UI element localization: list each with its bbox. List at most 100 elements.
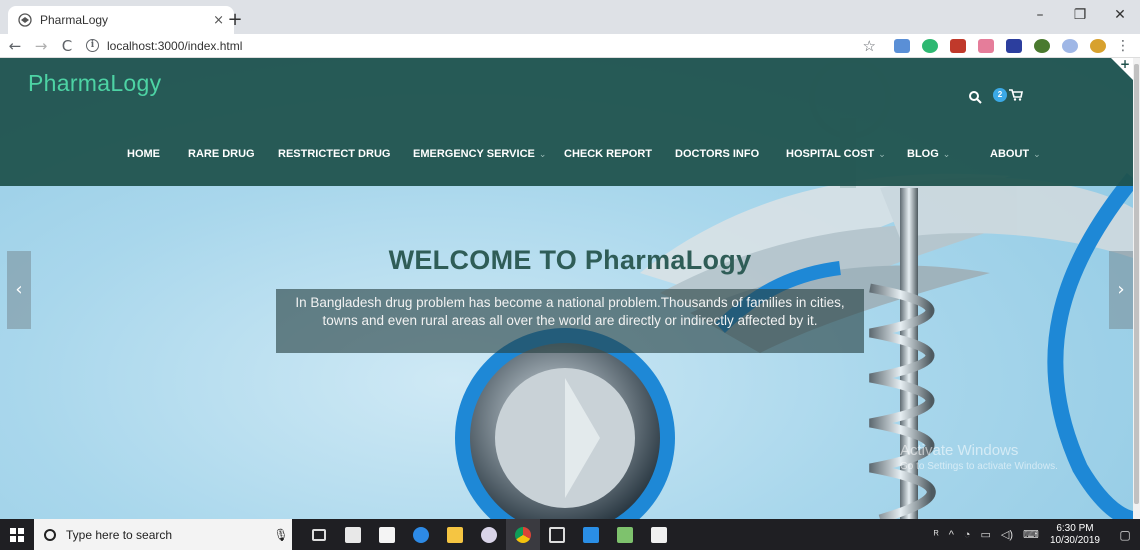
- url-text: localhost:3000/index.html: [107, 38, 243, 53]
- extension-icon[interactable]: [1006, 38, 1022, 53]
- task-view-button[interactable]: [302, 519, 336, 550]
- extension-icon[interactable]: [978, 38, 994, 53]
- menu-item-emergency-service[interactable]: EMERGENCY SERVICE ⌄: [413, 148, 546, 160]
- globe-icon: [18, 13, 32, 27]
- hero-title: WELCOME TO PharmaLogy: [388, 245, 752, 275]
- page-scrollbar[interactable]: [1133, 58, 1140, 519]
- mail-app[interactable]: [336, 519, 370, 550]
- extension-icon[interactable]: [950, 38, 966, 53]
- windows-taskbar: Type here to search 🎙 ᴿ ^ ◔ ▭ ◁) ⌨ 6:30 …: [0, 519, 1140, 550]
- folder-icon: [447, 526, 463, 543]
- profile-avatar[interactable]: [1090, 38, 1106, 53]
- menu-label: CHECK REPORT: [564, 148, 653, 160]
- browser-toolbar: ← → C i localhost:3000/index.html ☆ ⋮: [0, 34, 1140, 58]
- notepad-icon: [617, 526, 633, 543]
- extension-icon[interactable]: [894, 38, 910, 53]
- address-bar[interactable]: i localhost:3000/index.html: [86, 35, 863, 57]
- menu-label: RESTRICTECT DRUG: [278, 148, 391, 160]
- browser-tab[interactable]: PharmaLogy ×: [8, 6, 234, 34]
- site-logo[interactable]: PharmaLogy: [28, 70, 161, 97]
- browser-tab-strip: PharmaLogy × + – ❐ ✕: [0, 0, 1140, 34]
- menu-item-restricted-drug[interactable]: RESTRICTECT DRUG: [278, 148, 390, 160]
- menu-label: RARE DRUG: [188, 148, 255, 160]
- info-icon[interactable]: i: [86, 39, 99, 52]
- chevron-down-icon: ⌄: [878, 149, 886, 159]
- edge-app[interactable]: [404, 519, 438, 550]
- menu-item-home[interactable]: HOME: [127, 148, 160, 160]
- volume-icon[interactable]: ◁): [1001, 528, 1013, 541]
- chevron-down-icon: ⌄: [1033, 149, 1041, 159]
- terminal-app[interactable]: [540, 519, 574, 550]
- hero-caption: In Bangladesh drug problem has become a …: [276, 289, 864, 353]
- extensions-area: ⋮: [888, 38, 1134, 54]
- people-icon[interactable]: ᴿ: [934, 529, 939, 541]
- menu-label: BLOG: [907, 148, 939, 160]
- cortana-icon: [44, 528, 56, 541]
- extension-icon[interactable]: [1034, 38, 1050, 53]
- menu-label: HOSPITAL COST: [786, 148, 875, 160]
- scrollbar-thumb[interactable]: [1134, 64, 1139, 504]
- vscode-icon: [583, 526, 599, 543]
- menu-item-about[interactable]: ABOUT ⌄: [990, 148, 1041, 160]
- menu-item-hospital-cost[interactable]: HOSPITAL COST ⌄: [786, 148, 886, 160]
- page-viewport: WELCOME TO PharmaLogy In Bangladesh drug…: [0, 58, 1133, 519]
- minimize-button[interactable]: –: [1020, 0, 1060, 30]
- system-tray: ᴿ ^ ◔ ▭ ◁) ⌨ 6:30 PM 10/30/2019 ▢: [929, 519, 1140, 550]
- paint-app[interactable]: [472, 519, 506, 550]
- back-button[interactable]: ←: [4, 37, 26, 55]
- maximize-button[interactable]: ❐: [1060, 0, 1100, 30]
- chevron-up-icon[interactable]: ^: [949, 529, 954, 541]
- wifi-icon[interactable]: ◔: [964, 529, 971, 541]
- start-button[interactable]: [0, 519, 34, 550]
- watermark-subtitle: Go to Settings to activate Windows.: [900, 461, 1058, 472]
- activate-windows-watermark: Activate Windows Go to Settings to activ…: [900, 442, 1058, 472]
- taskbar-clock[interactable]: 6:30 PM 10/30/2019: [1050, 523, 1100, 547]
- taskbar-apps: [302, 519, 676, 550]
- keyboard-icon[interactable]: ⌨: [1023, 528, 1039, 541]
- store-app[interactable]: [370, 519, 404, 550]
- new-tab-button[interactable]: +: [223, 8, 247, 32]
- slider-prev-button[interactable]: ‹: [7, 251, 31, 329]
- reload-button[interactable]: C: [56, 37, 78, 55]
- battery-icon[interactable]: ▭: [981, 528, 991, 541]
- photos-app[interactable]: [642, 519, 676, 550]
- windows-logo-icon: [10, 527, 24, 542]
- cart-button[interactable]: 2: [993, 88, 1023, 102]
- chrome-app[interactable]: [506, 519, 540, 550]
- paint-icon: [481, 526, 497, 543]
- vscode-app[interactable]: [574, 519, 608, 550]
- menu-item-blog[interactable]: BLOG ⌄: [907, 148, 950, 160]
- menu-label: HOME: [127, 148, 160, 160]
- menu-item-check-report[interactable]: CHECK REPORT: [564, 148, 652, 160]
- search-icon[interactable]: [968, 90, 982, 104]
- corner-ribbon[interactable]: +: [1111, 58, 1133, 80]
- watermark-title: Activate Windows: [900, 442, 1019, 459]
- main-menu: HOME RARE DRUG RESTRICTECT DRUG EMERGENC…: [0, 148, 1133, 168]
- more-menu-icon[interactable]: ⋮: [1116, 38, 1130, 54]
- action-center-icon[interactable]: ▢: [1110, 519, 1140, 550]
- store-icon: [379, 526, 395, 543]
- clock-time: 6:30 PM: [1056, 522, 1094, 534]
- menu-item-doctors-info[interactable]: DOCTORS INFO: [675, 148, 759, 160]
- file-explorer-app[interactable]: [438, 519, 472, 550]
- bookmark-star-icon[interactable]: ☆: [863, 37, 876, 55]
- plus-icon: +: [1119, 58, 1130, 71]
- extension-icon[interactable]: [922, 38, 938, 53]
- clock-date: 10/30/2019: [1049, 534, 1100, 546]
- extension-icon[interactable]: [1062, 38, 1078, 53]
- close-window-button[interactable]: ✕: [1100, 0, 1140, 30]
- tab-title: PharmaLogy: [40, 13, 109, 27]
- taskbar-search[interactable]: Type here to search 🎙: [34, 519, 292, 550]
- chevron-down-icon: ⌄: [538, 149, 547, 159]
- site-header: PharmaLogy 2 + HOME RARE DRUG RESTRICTEC…: [0, 58, 1133, 186]
- slider-next-button[interactable]: ›: [1109, 251, 1133, 329]
- edge-icon: [413, 526, 429, 543]
- microphone-icon[interactable]: 🎙: [270, 528, 292, 542]
- notepad-app[interactable]: [608, 519, 642, 550]
- cart-count-badge: 2: [993, 88, 1007, 102]
- menu-item-rare-drug[interactable]: RARE DRUG: [188, 148, 255, 160]
- taskbar-search-placeholder: Type here to search: [66, 527, 173, 542]
- forward-button[interactable]: →: [30, 37, 52, 55]
- menu-label: EMERGENCY SERVICE: [413, 148, 535, 160]
- chrome-icon: [515, 526, 531, 543]
